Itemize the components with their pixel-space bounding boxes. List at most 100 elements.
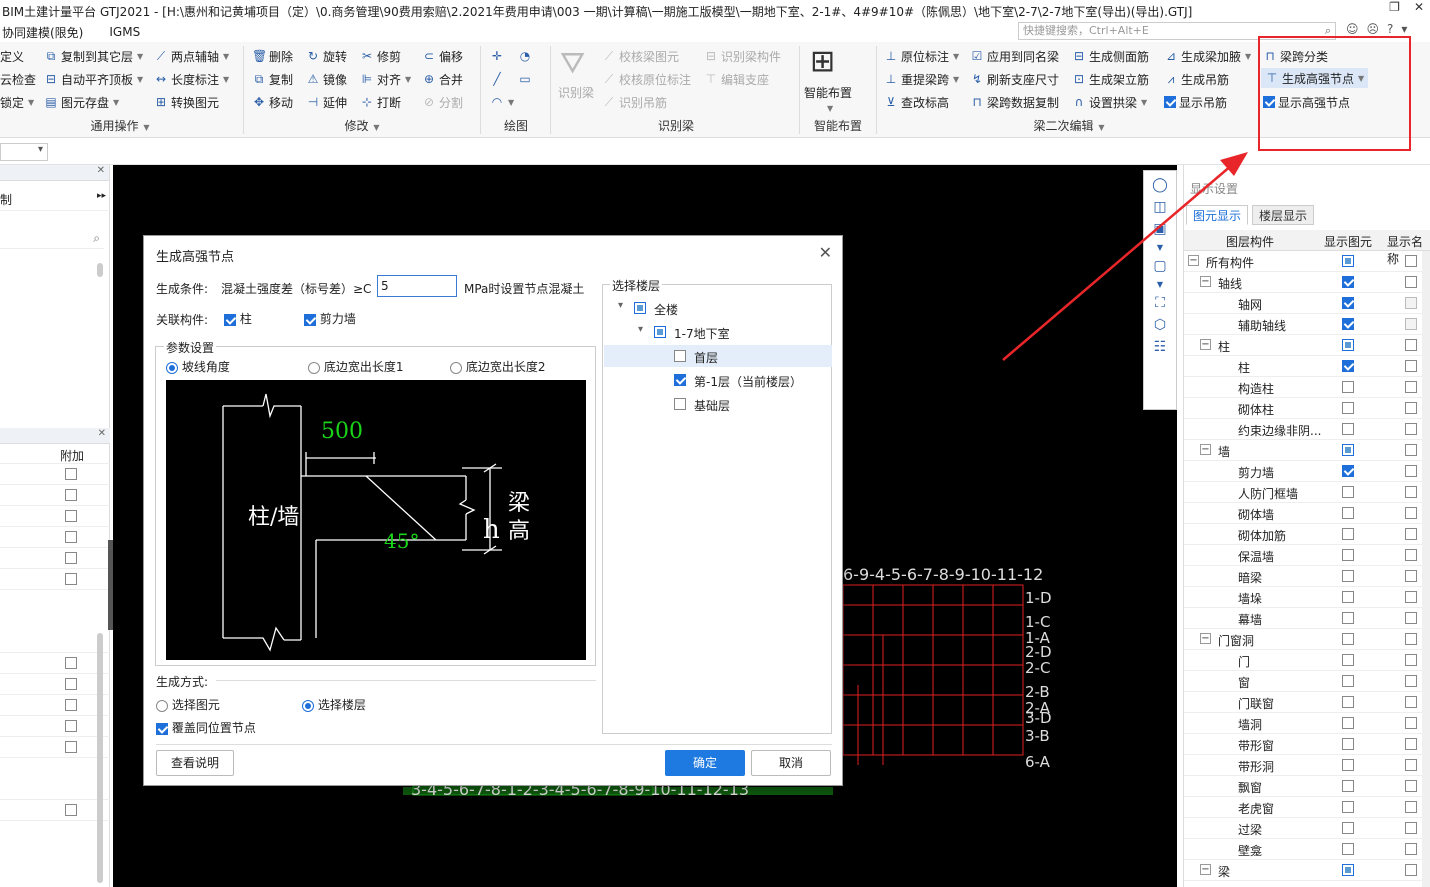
- show-element-checkbox[interactable]: [1342, 444, 1354, 456]
- show-name-checkbox[interactable]: [1405, 738, 1417, 750]
- orbit-icon[interactable]: ◯: [1152, 177, 1168, 193]
- layer-row[interactable]: 保温墙: [1184, 545, 1430, 566]
- chevron-down-icon[interactable]: ▼: [1157, 243, 1163, 252]
- identify-beam-button[interactable]: 识别梁: [558, 82, 594, 102]
- ribbon-copy[interactable]: ⧉ 复制: [252, 69, 293, 89]
- ribbon-set-arch-beam[interactable]: ∩ 设置拱梁 ▼: [1072, 92, 1148, 112]
- show-name-checkbox[interactable]: [1405, 486, 1417, 498]
- layer-row[interactable]: − 墙: [1184, 440, 1430, 461]
- close-icon[interactable]: ✕: [98, 428, 106, 439]
- floor-checkbox[interactable]: [674, 350, 686, 362]
- extra-checkbox[interactable]: [65, 678, 77, 690]
- show-element-checkbox[interactable]: [1342, 822, 1354, 834]
- show-element-checkbox[interactable]: [1342, 801, 1354, 813]
- layer-row[interactable]: 墙垛: [1184, 587, 1430, 608]
- layer-row[interactable]: 墙洞: [1184, 713, 1430, 734]
- related-column-option[interactable]: 柱: [224, 310, 252, 327]
- layer-row[interactable]: 门联窗: [1184, 692, 1430, 713]
- extra-checkbox[interactable]: [65, 552, 77, 564]
- menu-item-collab[interactable]: 协同建模(限免): [2, 24, 83, 41]
- ribbon-extend[interactable]: ⊣ 延伸: [306, 92, 347, 112]
- ribbon-save-element[interactable]: ▤ 图元存盘 ▼: [44, 92, 119, 112]
- ribbon-merge[interactable]: ⊕ 合并: [422, 69, 463, 89]
- show-name-checkbox[interactable]: [1405, 675, 1417, 687]
- show-element-checkbox[interactable]: [1342, 381, 1354, 393]
- collapse-toggle-icon[interactable]: −: [1200, 276, 1211, 287]
- user-icon[interactable]: ☺: [1346, 22, 1359, 36]
- draw-line-button[interactable]: ╱: [490, 69, 504, 89]
- floor-checkbox[interactable]: [674, 374, 686, 386]
- param-option-bottom-width-2[interactable]: 底边宽出长度2: [450, 358, 545, 375]
- feedback-icon[interactable]: ☹: [1367, 22, 1380, 36]
- layer-view-icon[interactable]: ⬡: [1154, 317, 1166, 333]
- layer-row[interactable]: 带形洞: [1184, 755, 1430, 776]
- floor-tree-item[interactable]: 首层: [604, 345, 832, 367]
- close-icon[interactable]: ✕: [819, 243, 832, 262]
- show-element-checkbox[interactable]: [1342, 591, 1354, 603]
- show-name-checkbox[interactable]: [1405, 360, 1417, 372]
- select-floor-radio[interactable]: [302, 699, 314, 712]
- ribbon-two-point-axis[interactable]: ⟋ 两点辅轴 ▼: [154, 46, 229, 66]
- layer-row[interactable]: 构造柱: [1184, 377, 1430, 398]
- param-option-slope-angle[interactable]: 坡线角度: [166, 358, 230, 375]
- show-name-checkbox[interactable]: [1405, 465, 1417, 477]
- expand-toggle-icon[interactable]: ▾: [618, 300, 623, 311]
- show-name-checkbox[interactable]: [1405, 276, 1417, 288]
- floor-tree-item[interactable]: 第-1层（当前楼层）: [604, 369, 832, 391]
- layer-row[interactable]: 带形窗: [1184, 734, 1430, 755]
- show-element-checkbox[interactable]: [1342, 675, 1354, 687]
- slope-angle-radio[interactable]: [166, 361, 178, 374]
- left-search-input[interactable]: ⌕: [0, 229, 104, 249]
- show-element-checkbox[interactable]: [1342, 339, 1354, 351]
- layer-row[interactable]: 窗: [1184, 671, 1430, 692]
- layer-row[interactable]: 砌体柱: [1184, 398, 1430, 419]
- layer-row[interactable]: 壁龛: [1184, 839, 1430, 860]
- ribbon-rotate[interactable]: ↻ 旋转: [306, 46, 347, 66]
- show-element-checkbox[interactable]: [1342, 717, 1354, 729]
- gen-method-select-element[interactable]: 选择图元: [156, 696, 220, 713]
- draw-rotate-point-button[interactable]: ◔: [518, 46, 532, 66]
- layer-scrollbar[interactable]: [1422, 251, 1430, 887]
- extra-checkbox[interactable]: [65, 468, 77, 480]
- show-element-checkbox[interactable]: [1342, 423, 1354, 435]
- show-name-checkbox[interactable]: [1405, 801, 1417, 813]
- ribbon-apply-same-name[interactable]: ☑ 应用到同名梁: [970, 46, 1059, 66]
- show-hanger-checkbox[interactable]: [1164, 96, 1176, 108]
- floor-checkbox[interactable]: [634, 302, 646, 314]
- show-name-checkbox[interactable]: [1405, 864, 1417, 876]
- layer-row[interactable]: − 门窗洞: [1184, 629, 1430, 650]
- extra-checkbox[interactable]: [65, 657, 77, 669]
- show-element-checkbox[interactable]: [1342, 780, 1354, 792]
- floor-tree-item[interactable]: ▾ 全楼: [604, 297, 832, 319]
- ribbon-trim[interactable]: ✂ 修剪: [360, 46, 401, 66]
- ribbon-refresh-support[interactable]: ↯ 刷新支座尺寸: [970, 69, 1059, 89]
- ribbon-offset[interactable]: ⊂ 偏移: [422, 46, 463, 66]
- ok-button[interactable]: 确定: [665, 750, 745, 776]
- show-name-checkbox[interactable]: [1405, 381, 1417, 393]
- ribbon-mirror[interactable]: ⚠ 镜像: [306, 69, 347, 89]
- collapse-toggle-icon[interactable]: −: [1200, 864, 1211, 875]
- layer-row[interactable]: 过梁: [1184, 818, 1430, 839]
- layer-row[interactable]: 飘窗: [1184, 776, 1430, 797]
- extra-checkbox[interactable]: [65, 510, 77, 522]
- search-icon[interactable]: ⌕: [93, 231, 100, 246]
- param-option-bottom-width-1[interactable]: 底边宽出长度1: [308, 358, 403, 375]
- ribbon-check-annotation[interactable]: ⟋ 校核原位标注: [602, 69, 691, 89]
- view-help-button[interactable]: 查看说明: [156, 750, 234, 776]
- show-name-checkbox[interactable]: [1405, 402, 1417, 414]
- show-element-checkbox[interactable]: [1342, 318, 1354, 330]
- ribbon-check-beam[interactable]: ⟋ 校核梁图元: [602, 46, 679, 66]
- show-element-checkbox[interactable]: [1342, 843, 1354, 855]
- ribbon-side-rebar[interactable]: ⊟ 生成侧面筋: [1072, 46, 1149, 66]
- settings-list-icon[interactable]: ☷: [1154, 339, 1167, 355]
- show-element-checkbox[interactable]: [1342, 276, 1354, 288]
- layer-row[interactable]: 辅助轴线: [1184, 314, 1430, 335]
- show-name-checkbox[interactable]: [1405, 423, 1417, 435]
- show-name-checkbox[interactable]: [1405, 759, 1417, 771]
- ribbon-haunch[interactable]: ⊿ 生成梁加腋 ▼: [1164, 46, 1251, 66]
- show-name-checkbox[interactable]: [1405, 843, 1417, 855]
- floor-checkbox[interactable]: [654, 326, 666, 338]
- show-name-checkbox[interactable]: [1405, 570, 1417, 582]
- show-element-checkbox[interactable]: [1342, 549, 1354, 561]
- chevron-down-icon[interactable]: ▾: [1401, 22, 1407, 36]
